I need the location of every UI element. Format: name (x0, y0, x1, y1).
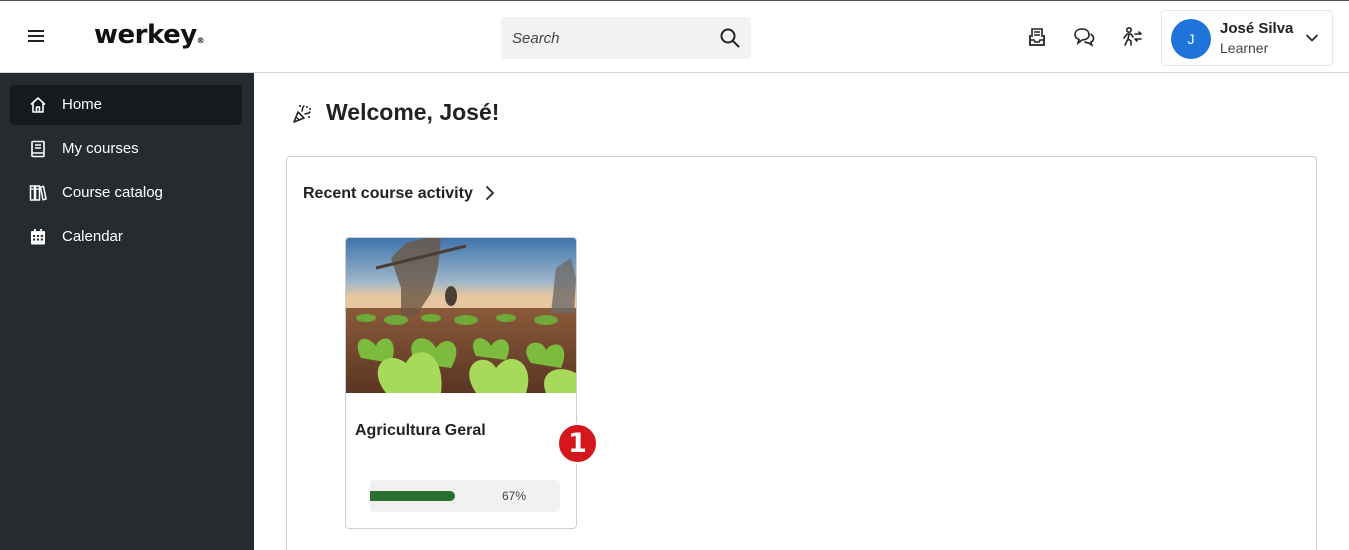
course-card[interactable]: Agricultura Geral 67% (345, 237, 577, 529)
user-switch-icon[interactable] (1121, 26, 1143, 48)
user-role: Learner (1220, 40, 1269, 56)
brand-logo[interactable]: werkey® (94, 20, 205, 50)
user-name: José Silva (1220, 20, 1294, 37)
search-icon[interactable] (719, 27, 741, 49)
course-title: Agricultura Geral (355, 422, 486, 439)
user-menu[interactable]: J José Silva Learner (1161, 10, 1333, 66)
sidebar-item-home[interactable]: Home (10, 85, 242, 125)
sidebar-item-course-catalog[interactable]: Course catalog (10, 173, 242, 213)
sidebar-item-label: My courses (62, 140, 139, 157)
annotation-marker: 1 (557, 423, 598, 464)
sidebar-item-label: Calendar (62, 228, 123, 245)
page-title: Welcome, José! (326, 99, 500, 125)
inbox-icon[interactable] (1026, 26, 1048, 48)
sidebar-item-label: Course catalog (62, 184, 163, 201)
recent-activity-panel: Recent course activity Agricultura Geral… (286, 156, 1317, 550)
library-icon (29, 185, 47, 201)
calendar-icon (31, 229, 45, 245)
avatar: J (1171, 19, 1211, 59)
search-bar (501, 17, 751, 59)
search-input[interactable] (501, 17, 711, 59)
progress-bar-fill (370, 491, 456, 501)
progress-bar (370, 491, 497, 501)
chat-icon[interactable] (1073, 26, 1095, 48)
home-icon (30, 97, 46, 113)
party-popper-icon (293, 105, 311, 123)
progress-label: 67% (502, 489, 527, 503)
course-progress: 67% (370, 480, 560, 512)
chevron-right-icon[interactable] (483, 185, 497, 201)
recent-activity-link[interactable]: Recent course activity (303, 185, 473, 203)
menu-icon[interactable] (26, 27, 50, 47)
sidebar-item-my-courses[interactable]: My courses (10, 129, 242, 169)
book-icon (31, 140, 45, 158)
chevron-down-icon[interactable] (1305, 31, 1319, 45)
course-thumbnail (346, 238, 576, 393)
sidebar: Home My courses Course catalog Calendar (0, 73, 254, 550)
top-bar: werkey® J José Silva Learner (0, 0, 1349, 73)
sidebar-item-calendar[interactable]: Calendar (10, 217, 242, 257)
sidebar-item-label: Home (62, 96, 103, 113)
main-content: Welcome, José! Recent course activity Ag… (254, 73, 1349, 550)
